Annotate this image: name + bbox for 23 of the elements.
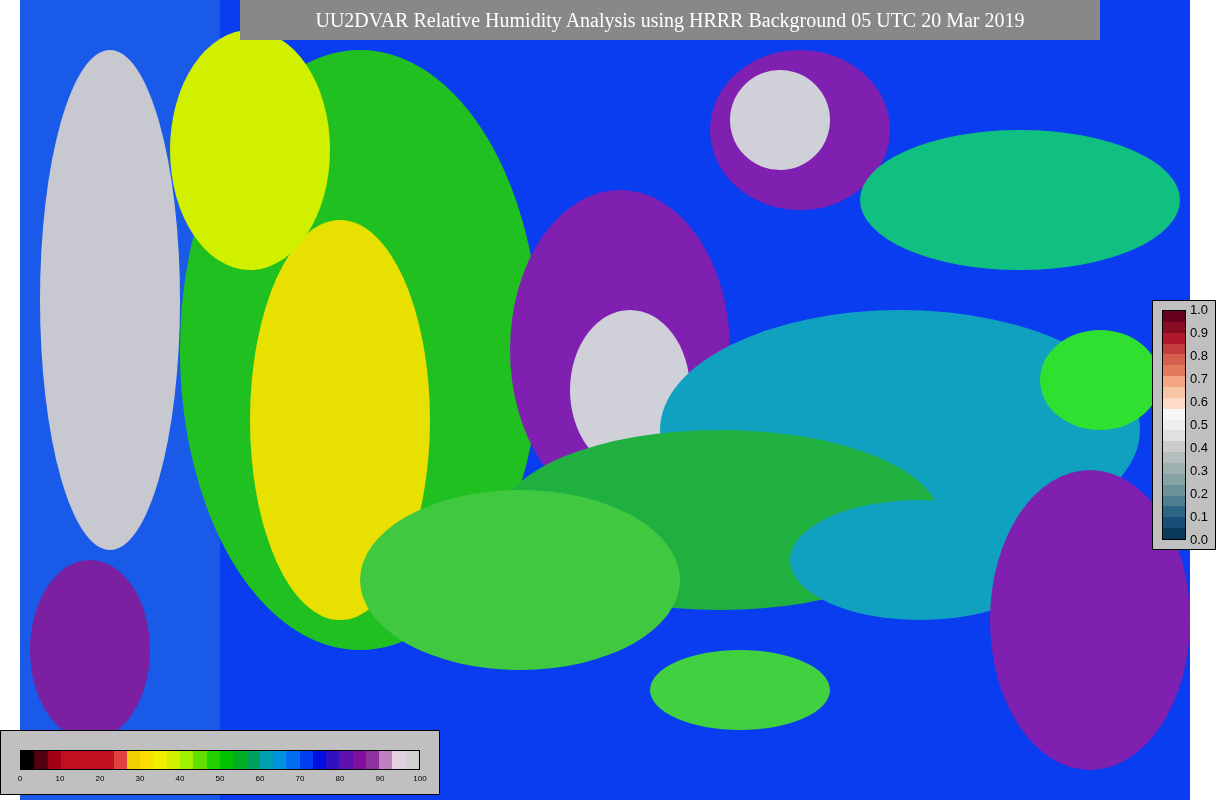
tick-label: 50 [215,774,225,784]
tick-label: 0 [17,774,23,784]
tick-label: 20 [95,774,105,784]
tick-label: 70 [295,774,305,784]
tick-label: 0.1 [1190,510,1209,524]
tick-label: 30 [135,774,145,784]
tick-label: 40 [175,774,185,784]
tick-label: 0.6 [1190,395,1209,409]
tick-label: 10 [55,774,65,784]
tick-label: 0.0 [1190,533,1209,547]
tick-label: 100 [413,774,427,784]
tick-label: 0.2 [1190,487,1209,501]
tick-label: 80 [335,774,345,784]
tick-label: 0.5 [1190,418,1209,432]
tick-label: 0.4 [1190,441,1209,455]
tick-label: 0.9 [1190,326,1209,340]
tick-label: 1.0 [1190,303,1209,317]
tick-label: 0.7 [1190,372,1209,386]
tick-label: 60 [255,774,265,784]
map-title: UU2DVAR Relative Humidity Analysis using HRRR Background 05 UTC 20 Mar 2019 [240,0,1100,40]
tick-label: 0.3 [1190,464,1209,478]
tick-label: 90 [375,774,385,784]
tick-label: 0.8 [1190,349,1209,363]
